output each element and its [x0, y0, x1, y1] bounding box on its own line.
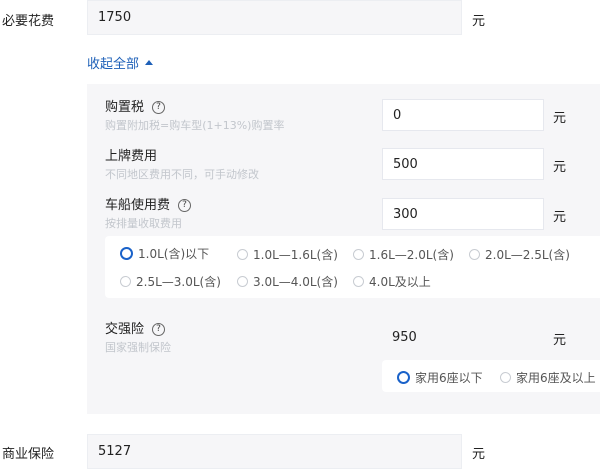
required-fee-label: 必要花费: [2, 14, 55, 29]
collapse-all-toggle[interactable]: 收起全部: [87, 53, 154, 72]
radio-selected-icon: [120, 247, 133, 260]
plate-fee-input[interactable]: 500: [382, 148, 544, 180]
purchase-tax-hint: 购置附加税=购车型(1+13%)购置率: [105, 119, 285, 132]
commercial-insurance-unit: 元: [472, 447, 486, 462]
radio-icon: [500, 372, 511, 383]
displacement-option[interactable]: 1.0L(含)以下: [120, 245, 209, 262]
displacement-option-label: 4.0L及以上: [369, 275, 431, 289]
displacement-option[interactable]: 3.0L—4.0L(含): [237, 273, 338, 290]
purchase-tax-title: 购置税?: [105, 96, 166, 115]
displacement-option[interactable]: 1.0L—1.6L(含): [237, 246, 338, 263]
radio-icon: [237, 276, 248, 287]
radio-icon: [469, 249, 480, 260]
compulsory-insurance-hint: 国家强制保险: [105, 341, 171, 354]
plate-fee-title: 上牌费用: [105, 149, 158, 164]
vessel-tax-label: 车船使用费: [105, 198, 171, 213]
vessel-tax-hint: 按排量收取费用: [105, 217, 182, 230]
compulsory-insurance-unit: 元: [553, 333, 567, 348]
purchase-tax-input[interactable]: 0: [382, 99, 544, 131]
purchase-tax-label: 购置税: [105, 100, 145, 115]
compulsory-insurance-input[interactable]: 950: [382, 322, 544, 352]
required-fee-input[interactable]: 1750: [87, 0, 462, 35]
question-circle-icon[interactable]: ?: [178, 199, 192, 212]
vessel-tax-input[interactable]: 300: [382, 198, 544, 230]
displacement-option-label: 1.6L—2.0L(含): [369, 248, 454, 262]
compulsory-insurance-label: 交强险: [105, 322, 145, 337]
radio-icon: [353, 249, 364, 260]
radio-icon: [120, 276, 131, 287]
displacement-option[interactable]: 2.0L—2.5L(含): [469, 246, 570, 263]
displacement-option[interactable]: 1.6L—2.0L(含): [353, 246, 454, 263]
question-circle-icon[interactable]: ?: [152, 323, 166, 336]
triangle-up-icon: [145, 60, 154, 65]
purchase-tax-unit: 元: [553, 111, 567, 126]
vessel-tax-unit: 元: [553, 210, 567, 225]
question-circle-icon[interactable]: ?: [152, 101, 166, 114]
displacement-option[interactable]: 2.5L—3.0L(含): [120, 273, 221, 290]
seat-option[interactable]: 家用6座及以上: [500, 369, 596, 386]
seat-option-label: 家用6座及以上: [516, 371, 596, 385]
commercial-insurance-input[interactable]: 5127: [87, 434, 462, 469]
radio-icon: [353, 276, 364, 287]
seat-option-label: 家用6座以下: [415, 371, 483, 385]
displacement-option-label: 3.0L—4.0L(含): [253, 275, 338, 289]
displacement-option-label: 2.5L—3.0L(含): [136, 275, 221, 289]
radio-selected-icon: [397, 371, 410, 384]
displacement-option-label: 1.0L(含)以下: [138, 247, 210, 261]
plate-fee-unit: 元: [553, 160, 567, 175]
seat-option[interactable]: 家用6座以下: [397, 369, 483, 386]
displacement-option-label: 1.0L—1.6L(含): [253, 248, 338, 262]
radio-icon: [237, 249, 248, 260]
compulsory-insurance-title: 交强险?: [105, 318, 166, 337]
vessel-tax-title: 车船使用费?: [105, 194, 192, 213]
commercial-insurance-label: 商业保险: [2, 447, 55, 462]
displacement-option-label: 2.0L—2.5L(含): [485, 248, 570, 262]
required-fee-unit: 元: [472, 14, 486, 29]
plate-fee-hint: 不同地区费用不同，可手动修改: [105, 168, 259, 181]
displacement-option[interactable]: 4.0L及以上: [353, 273, 431, 290]
collapse-all-label: 收起全部: [87, 57, 140, 72]
